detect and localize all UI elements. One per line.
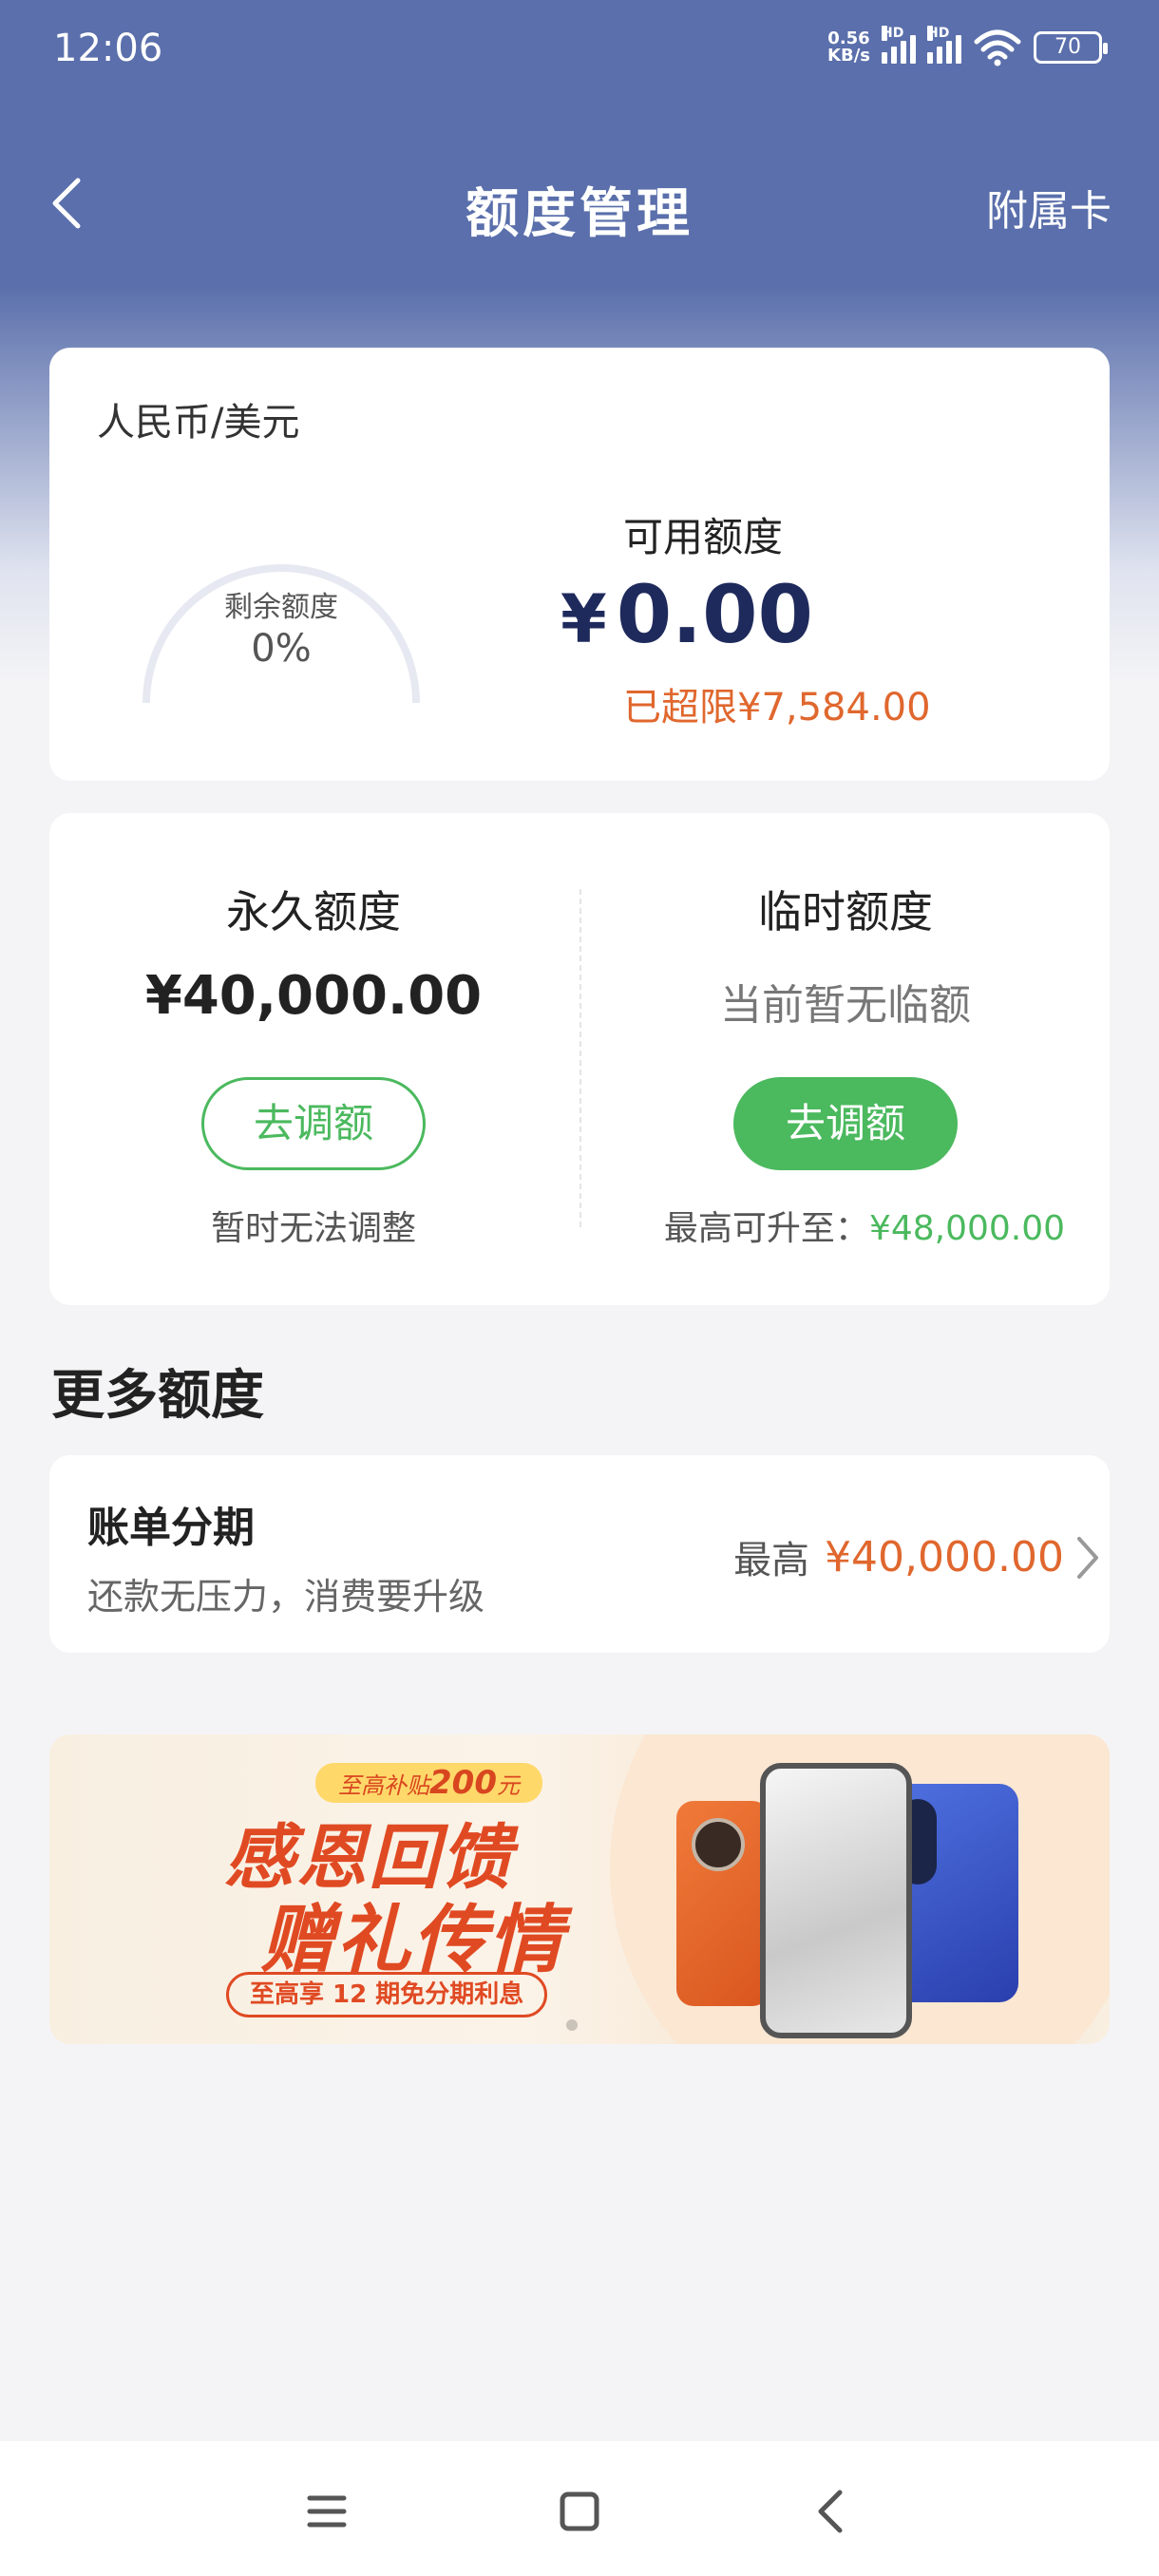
banner-subsidy-pill: 至高补贴200元	[315, 1763, 542, 1803]
phone-orange-image	[676, 1801, 770, 2006]
status-icons: 0.56 KB/s HD HD 70	[827, 26, 1108, 66]
overlimit-text: 已超限¥7,584.00	[623, 686, 931, 729]
installment-title: 账单分期	[87, 1504, 255, 1552]
available-currency: ¥	[560, 580, 607, 658]
installment-subtitle: 还款无压力，消费要升级	[87, 1576, 485, 1618]
permanent-limit-title: 永久额度	[226, 886, 401, 938]
temporary-adjust-button[interactable]: 去调额	[733, 1077, 958, 1170]
wifi-icon	[974, 29, 1021, 66]
installment-max-amount: ¥40,000.00	[825, 1532, 1064, 1582]
net-speed: 0.56 KB/s	[827, 30, 870, 65]
signal-icon: HD	[882, 26, 916, 64]
permanent-limit-note: 暂时无法调整	[210, 1209, 416, 1248]
available-label: 可用额度	[623, 514, 784, 560]
signal-hd-label: HD	[882, 26, 904, 41]
banner-interest-tag: 至高享 12 期免分期利息	[226, 1972, 548, 2017]
available-amount: ¥0.00	[560, 568, 813, 661]
permanent-limit-amount: ¥40,000.00	[144, 965, 483, 1027]
temporary-note-prefix: 最高可升至：	[663, 1209, 869, 1248]
available-value: 0.00	[616, 568, 813, 661]
menu-icon[interactable]	[298, 2483, 355, 2540]
permanent-adjust-button[interactable]: 去调额	[201, 1077, 426, 1170]
temporary-limit-note: 最高可升至：¥48,000.00	[618, 1201, 1112, 1250]
banner-page-indicator	[566, 2019, 578, 2031]
chevron-right-icon[interactable]	[1074, 1533, 1102, 1582]
remaining-gauge: 剩余额度 0%	[139, 498, 424, 707]
phone-silver-image	[760, 1763, 912, 2038]
promo-banner[interactable]: 至高补贴200元 感恩回馈 赠礼传情 至高享 12 期免分期利息	[49, 1734, 1110, 2044]
supplementary-card-link[interactable]: 附属卡	[986, 177, 1112, 237]
installment-max-label: 最高	[733, 1539, 810, 1582]
status-time: 12:06	[53, 27, 163, 70]
currency-label: 人民币/美元	[97, 401, 300, 445]
more-limits-title: 更多额度	[51, 1365, 264, 1427]
installment-max: 最高 ¥40,000.00	[733, 1529, 1064, 1584]
banner-pill-prefix: 至高补贴	[338, 1772, 429, 1799]
page-title: 额度管理	[466, 183, 694, 245]
column-divider	[580, 889, 581, 1227]
temporary-limit-title: 临时额度	[758, 886, 933, 938]
remaining-label: 剩余额度	[224, 591, 338, 624]
signal-hd-label-2: HD	[927, 26, 950, 41]
net-speed-unit: KB/s	[827, 46, 870, 66]
temporary-limit-status: 当前暂无临额	[720, 981, 971, 1030]
back-icon[interactable]	[804, 2483, 861, 2540]
signal-icon-2: HD	[927, 26, 961, 64]
remaining-percent: 0%	[251, 627, 312, 671]
temporary-note-amount: ¥48,000.00	[868, 1209, 1066, 1248]
system-nav-bar	[0, 2441, 1159, 2576]
banner-pill-suffix: 元	[496, 1772, 520, 1799]
top-nav: 额度管理 附属卡	[0, 152, 1159, 256]
home-icon[interactable]	[551, 2483, 608, 2540]
banner-pill-amount: 200	[429, 1764, 497, 1802]
battery-icon: 70	[1034, 31, 1108, 64]
status-bar: 12:06 0.56 KB/s HD HD 70	[0, 0, 1159, 104]
